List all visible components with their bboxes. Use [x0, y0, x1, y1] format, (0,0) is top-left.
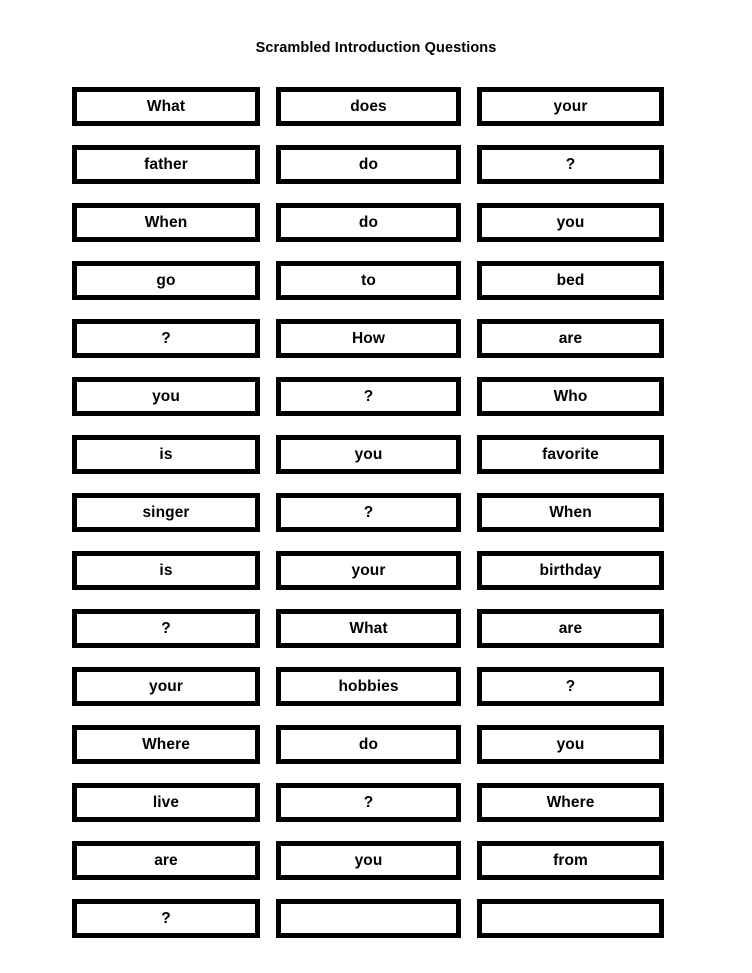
word-card[interactable]: How [276, 319, 461, 358]
word-card-blank[interactable] [276, 899, 461, 938]
word-card[interactable]: do [276, 145, 461, 184]
word-card-row: your hobbies? [72, 667, 664, 706]
word-card[interactable]: from [477, 841, 664, 880]
word-card[interactable]: birthday [477, 551, 664, 590]
word-card[interactable]: What [276, 609, 461, 648]
word-card[interactable]: are [477, 319, 664, 358]
word-card[interactable]: What [72, 87, 260, 126]
word-card-row: singer? When [72, 493, 664, 532]
word-card-row: Where do you [72, 725, 664, 764]
word-card[interactable]: hobbies [276, 667, 461, 706]
word-card[interactable]: Who [477, 377, 664, 416]
word-card[interactable]: are [72, 841, 260, 880]
word-card[interactable]: is [72, 551, 260, 590]
word-card[interactable]: you [477, 203, 664, 242]
word-card[interactable]: ? [276, 493, 461, 532]
word-card[interactable]: ? [72, 319, 260, 358]
word-card[interactable]: father [72, 145, 260, 184]
word-card[interactable]: your [72, 667, 260, 706]
word-card-blank[interactable] [477, 899, 664, 938]
word-card[interactable]: you [477, 725, 664, 764]
word-card[interactable]: go [72, 261, 260, 300]
word-card[interactable]: is [72, 435, 260, 474]
word-card[interactable]: live [72, 783, 260, 822]
word-card[interactable]: Where [477, 783, 664, 822]
word-card-row: is your birthday [72, 551, 664, 590]
word-card[interactable]: your [276, 551, 461, 590]
word-card[interactable]: do [276, 725, 461, 764]
word-card[interactable]: ? [72, 609, 260, 648]
word-card-row: are you from [72, 841, 664, 880]
word-card-row: ? How are [72, 319, 664, 358]
word-card[interactable]: you [72, 377, 260, 416]
word-card[interactable]: to [276, 261, 461, 300]
word-card[interactable]: are [477, 609, 664, 648]
word-card[interactable]: ? [72, 899, 260, 938]
word-card[interactable]: singer [72, 493, 260, 532]
word-card[interactable]: you [276, 435, 461, 474]
word-card[interactable]: ? [477, 667, 664, 706]
page-title: Scrambled Introduction Questions [255, 40, 497, 56]
worksheet-page: Scrambled Introduction Questions What doe… [0, 0, 752, 973]
word-card[interactable]: ? [276, 783, 461, 822]
word-card[interactable]: ? [276, 377, 461, 416]
word-card[interactable]: ? [477, 145, 664, 184]
word-card[interactable]: bed [477, 261, 664, 300]
word-card-row: go to bed [72, 261, 664, 300]
word-card[interactable]: your [477, 87, 664, 126]
word-card[interactable]: When [72, 203, 260, 242]
word-card-row: you? Who [72, 377, 664, 416]
word-card-row: What does your [72, 87, 664, 126]
word-card[interactable]: do [276, 203, 461, 242]
word-card[interactable]: does [276, 87, 461, 126]
word-card[interactable]: you [276, 841, 461, 880]
word-card-row: ? [72, 899, 664, 938]
word-card-row: When do you [72, 203, 664, 242]
word-card-row: ? What are [72, 609, 664, 648]
word-card[interactable]: Where [72, 725, 260, 764]
word-card[interactable]: favorite [477, 435, 664, 474]
word-card-row: live? Where [72, 783, 664, 822]
word-card-row: is you favorite [72, 435, 664, 474]
word-card-row: father do? [72, 145, 664, 184]
word-card-grid: What does your father do? When do you go to bed? Ho… [72, 87, 664, 938]
word-card[interactable]: When [477, 493, 664, 532]
